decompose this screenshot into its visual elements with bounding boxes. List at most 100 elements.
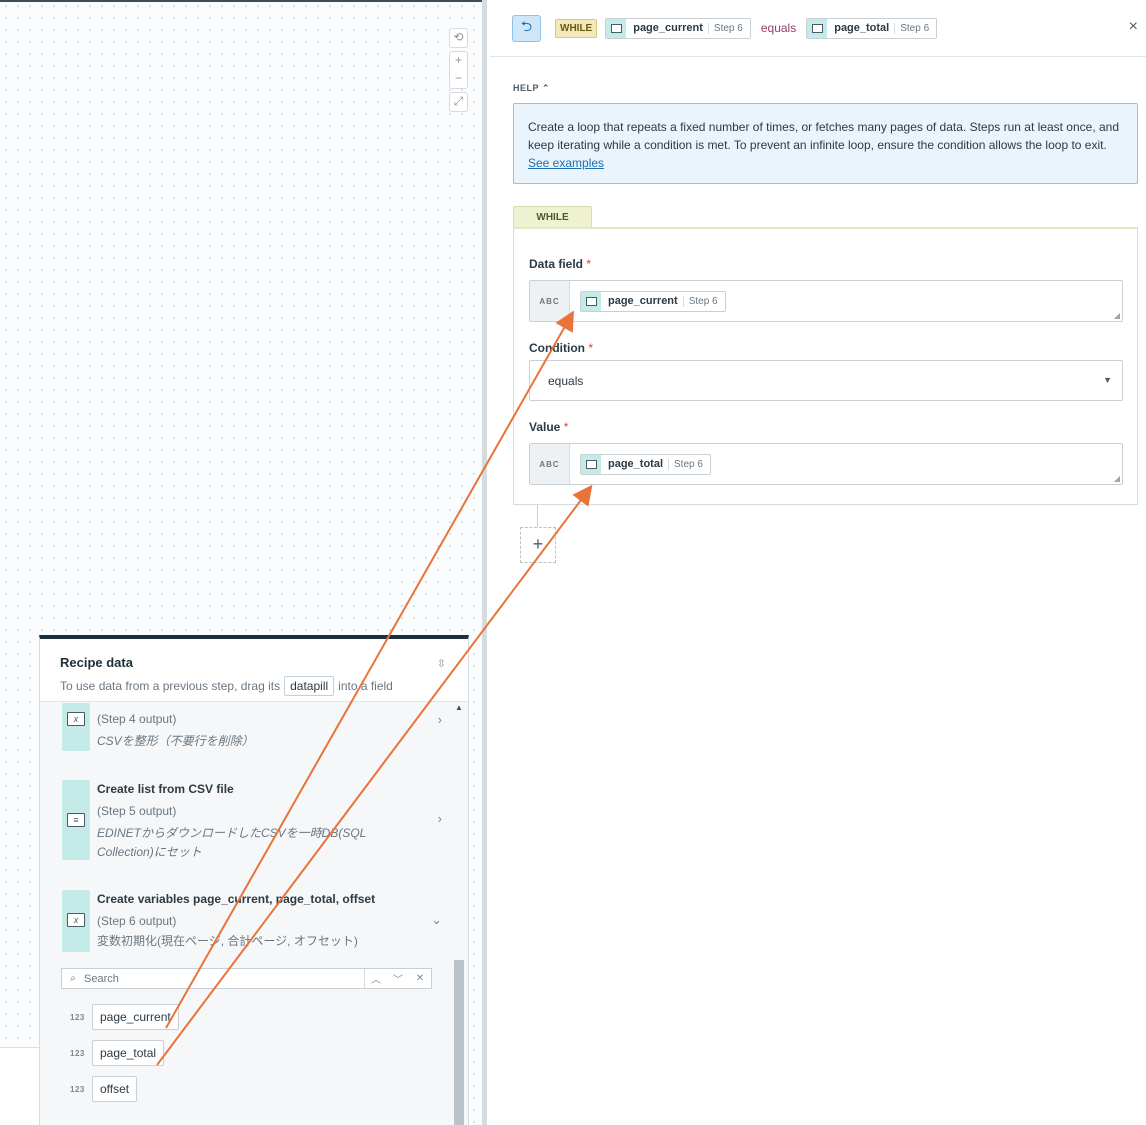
- condition-label: Condition *: [529, 341, 593, 355]
- header-datapill-left: page_current Step 6: [605, 17, 751, 39]
- subtitle-text-before: To use data from a previous step, drag i…: [60, 679, 281, 693]
- label-text: Value: [529, 420, 561, 434]
- header-datapill-right: page_total Step 6: [806, 17, 938, 39]
- text-type-icon: ABC: [530, 281, 570, 321]
- datapill-row: 123 page_current: [70, 1004, 179, 1030]
- value-label: Value *: [529, 420, 568, 434]
- step-title: Create variables page_current, page_tota…: [97, 892, 376, 906]
- step-icon: x: [62, 703, 90, 751]
- field-datapill[interactable]: page_total Step 6: [580, 453, 711, 475]
- step-output-label: (Step 5 output): [97, 804, 177, 818]
- data-field-label: Data field *: [529, 257, 591, 271]
- canvas-top-border: [0, 0, 482, 2]
- step-editor-pane: ⮌ WHILE page_current Step 6 equals page_…: [490, 0, 1146, 1125]
- step-output-6[interactable]: x Create variables page_current, page_to…: [62, 890, 442, 952]
- step-title: Create list from CSV file: [97, 782, 234, 796]
- clear-icon[interactable]: ✕: [409, 973, 431, 984]
- step-connector: [537, 505, 538, 527]
- while-tab: WHILE: [513, 206, 592, 228]
- collapse-icon[interactable]: ⇳: [437, 657, 446, 670]
- pill-name: page_current: [633, 22, 703, 34]
- zoom-controls: + −: [449, 51, 468, 89]
- while-keyword-badge: WHILE: [555, 18, 598, 38]
- datapill-row: 123 offset: [70, 1076, 138, 1102]
- pill-name: page_total: [834, 22, 890, 34]
- reset-view-button[interactable]: ⟲: [449, 28, 468, 48]
- pill-step: Step 6: [707, 22, 750, 34]
- datapill-page-total[interactable]: page_total: [92, 1040, 165, 1066]
- resize-handle-icon[interactable]: ◢: [1114, 474, 1120, 483]
- reset-icon: ⟲: [453, 30, 464, 44]
- close-icon[interactable]: ×: [1129, 18, 1138, 36]
- datapill-offset[interactable]: offset: [92, 1076, 138, 1102]
- required-mark: *: [586, 257, 592, 271]
- label-text: Data field: [529, 257, 584, 271]
- chevron-up-icon[interactable]: ︿: [365, 971, 387, 986]
- step-header: ⮌ WHILE page_current Step 6 equals page_…: [490, 0, 1146, 57]
- step-output-4[interactable]: x (Step 4 output) CSVを整形（不要行を削除） ›: [62, 703, 442, 751]
- panel-splitter[interactable]: [482, 0, 490, 1125]
- step-output-label: (Step 4 output): [97, 712, 177, 726]
- required-mark: *: [563, 420, 569, 434]
- condition-value: equals: [548, 373, 584, 388]
- chevron-down-icon[interactable]: ﹀: [387, 971, 409, 986]
- zoom-out-icon[interactable]: −: [450, 70, 467, 88]
- datapill-page-current[interactable]: page_current: [92, 1004, 179, 1030]
- number-type-icon: 123: [70, 1048, 85, 1058]
- variable-icon: [606, 18, 627, 38]
- variable-icon: x: [67, 913, 85, 927]
- variable-icon: [807, 18, 828, 38]
- recipe-data-subtitle: To use data from a previous step, drag i…: [60, 676, 448, 696]
- step-description: EDINETからダウンロードしたCSVを一時DB(SQL Collection)…: [97, 826, 367, 859]
- datapill-example: datapill: [284, 676, 335, 696]
- step-icon: ≡: [62, 780, 90, 860]
- pill-name: page_total: [608, 458, 664, 470]
- zoom-in-icon[interactable]: +: [450, 52, 467, 70]
- variable-icon: [581, 291, 601, 311]
- chevron-right-icon[interactable]: ›: [438, 811, 442, 826]
- loop-icon: ⮌: [512, 14, 541, 42]
- scrollbar-thumb[interactable]: [454, 960, 464, 1125]
- add-step-button[interactable]: +: [520, 527, 556, 563]
- chevron-up-icon: ⌃: [541, 83, 550, 93]
- header-operator: equals: [760, 21, 797, 35]
- resize-handle-icon[interactable]: ◢: [1114, 311, 1120, 320]
- caret-down-icon: ▼: [1103, 375, 1112, 385]
- data-field-input[interactable]: ABC page_current Step 6 ◢: [529, 280, 1123, 322]
- pill-step: Step 6: [894, 22, 936, 34]
- search-input[interactable]: Search: [84, 973, 119, 985]
- help-text: Create a loop that repeats a fixed numbe…: [528, 120, 1120, 152]
- variable-icon: x: [67, 712, 85, 726]
- pill-step: Step 6: [682, 295, 725, 307]
- number-type-icon: 123: [70, 1012, 85, 1022]
- variable-icon: [581, 454, 601, 474]
- chevron-down-icon[interactable]: ⌄: [431, 912, 442, 928]
- chevron-right-icon[interactable]: ›: [438, 712, 442, 727]
- help-label: HELP: [513, 83, 539, 93]
- step-output-label: (Step 6 output): [97, 914, 177, 928]
- search-icon: ⌕: [70, 973, 76, 984]
- value-input[interactable]: ABC page_total Step 6 ◢: [529, 443, 1123, 485]
- step-description: 変数初期化(現在ページ, 合計ページ, オフセット): [97, 934, 358, 948]
- step-output-5[interactable]: ≡ Create list from CSV file (Step 5 outp…: [62, 780, 442, 860]
- see-examples-link[interactable]: See examples: [528, 156, 604, 170]
- pill-name: page_current: [608, 295, 678, 307]
- datapill-search[interactable]: ⌕ Search ︿ ﹀ ✕: [61, 968, 432, 989]
- datapill-row: 123 page_total: [70, 1040, 165, 1066]
- help-toggle[interactable]: HELP ⌃: [513, 83, 550, 94]
- step-icon: x: [62, 890, 90, 952]
- required-mark: *: [588, 341, 593, 355]
- step-description: CSVを整形（不要行を削除）: [97, 734, 254, 748]
- number-type-icon: 123: [70, 1084, 85, 1094]
- fit-icon: ⤢: [453, 94, 464, 108]
- recipe-data-header: Recipe data To use data from a previous …: [40, 639, 468, 702]
- recipe-data-title: Recipe data: [60, 655, 133, 670]
- subtitle-text-after: into a field: [338, 679, 393, 693]
- scroll-up-icon[interactable]: ▲: [455, 703, 463, 712]
- condition-select[interactable]: equals ▼: [529, 360, 1123, 401]
- text-type-icon: ABC: [530, 444, 570, 484]
- fit-view-button[interactable]: ⤢: [449, 92, 468, 112]
- field-datapill[interactable]: page_current Step 6: [580, 290, 726, 312]
- csv-list-icon: ≡: [67, 813, 85, 827]
- label-text: Condition: [529, 341, 585, 355]
